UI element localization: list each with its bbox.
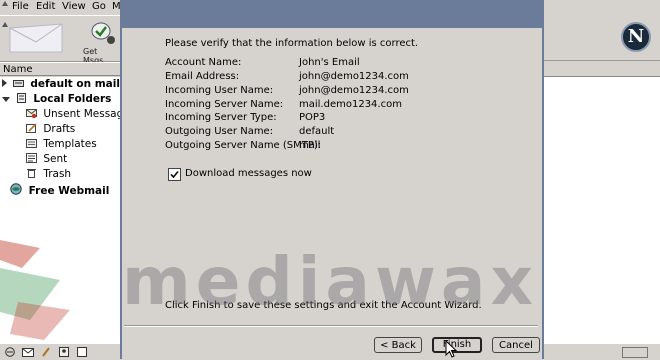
dialog-separator	[124, 325, 538, 327]
incoming-server-type-label: Incoming Server Type:	[165, 112, 277, 123]
composer-icon[interactable]	[40, 347, 52, 357]
email-address-label: Email Address:	[165, 71, 240, 82]
download-messages-checkbox[interactable]	[168, 168, 181, 181]
outgoing-user-value: default	[299, 126, 335, 137]
menu-file[interactable]: File	[12, 1, 29, 12]
drafts-icon	[26, 123, 37, 133]
finish-button[interactable]: Finish	[432, 337, 482, 353]
folder-unsent-messages[interactable]: Unsent Messages	[26, 107, 135, 122]
folder-label: Sent	[43, 153, 68, 165]
finish-instructions: Click Finish to save these settings and …	[165, 300, 482, 311]
folder-local-folders[interactable]: Local Folders	[2, 92, 111, 107]
trash-icon	[27, 169, 36, 178]
expanded-twisty-icon[interactable]	[2, 97, 10, 102]
folder-drafts[interactable]: Drafts	[26, 122, 75, 137]
cancel-button[interactable]: Cancel	[492, 337, 540, 353]
offline-toggle-icon[interactable]	[622, 347, 648, 358]
mail-icon[interactable]	[22, 347, 34, 357]
folder-label: Templates	[43, 138, 97, 150]
right-toolbar: N	[544, 0, 660, 61]
dialog-titlebar[interactable]	[122, 0, 542, 28]
navigator-icon[interactable]	[4, 347, 16, 357]
address-book-icon[interactable]	[58, 347, 70, 357]
webmail-icon	[10, 183, 22, 195]
folder-column-header[interactable]: Name	[0, 62, 120, 76]
mail-envelope-icon	[9, 23, 63, 53]
incoming-user-label: Incoming User Name:	[165, 85, 274, 96]
local-folders-icon	[16, 93, 26, 103]
folder-label: Drafts	[43, 123, 76, 135]
folder-trash[interactable]: Trash	[26, 167, 71, 182]
folder-default-on-mail[interactable]: default on mail	[2, 77, 120, 92]
incoming-server-type-value: POP3	[299, 112, 326, 123]
outgoing-user-label: Outgoing User Name:	[165, 126, 274, 137]
collapsed-twisty-icon[interactable]	[2, 79, 7, 87]
menu-go[interactable]: Go	[92, 1, 106, 12]
sent-icon	[26, 153, 37, 163]
checkmark-icon	[170, 170, 179, 179]
incoming-server-value: mail.demo1234.com	[299, 99, 402, 110]
server-icon	[12, 80, 24, 87]
outgoing-server-value: mail	[299, 140, 321, 151]
thread-pane	[544, 62, 660, 343]
account-wizard-dialog: Please verify that the information below…	[120, 0, 544, 359]
download-messages-label[interactable]: Download messages now	[185, 168, 312, 179]
thread-pane-header	[544, 62, 660, 77]
incoming-user-value: john@demo1234.com	[299, 85, 409, 96]
incoming-server-label: Incoming Server Name:	[165, 99, 284, 110]
grip-icon[interactable]	[2, 1, 8, 6]
folder-templates[interactable]: Templates	[26, 137, 97, 152]
folder-sent[interactable]: Sent	[26, 152, 67, 167]
unsent-icon	[26, 109, 37, 118]
aim-icon[interactable]	[76, 347, 88, 357]
back-button[interactable]: < Back	[374, 337, 422, 353]
email-address-value: john@demo1234.com	[299, 71, 409, 82]
pointer-cursor-icon	[445, 340, 457, 358]
netscape-logo-icon[interactable]: N	[621, 22, 651, 52]
templates-icon	[26, 139, 37, 148]
folder-pane: default on mail Local Folders Unsent Mes…	[0, 77, 135, 343]
verify-intro-text: Please verify that the information below…	[165, 38, 419, 49]
outgoing-server-label: Outgoing Server Name (SMTP):	[165, 140, 322, 151]
menu-view[interactable]: View	[62, 1, 86, 12]
folder-free-webmail[interactable]: Free Webmail	[10, 183, 109, 198]
folder-label: Trash	[43, 168, 72, 180]
get-messages-icon	[91, 22, 115, 44]
account-name-value: John's Email	[299, 57, 360, 68]
menu-bar: File Edit View Go M	[0, 0, 121, 15]
folder-label: Local Folders	[33, 93, 112, 105]
account-name-label: Account Name:	[165, 57, 242, 68]
toolbar: Get Msgs	[0, 15, 120, 65]
menu-edit[interactable]: Edit	[36, 1, 55, 12]
folder-label: default on mail	[30, 78, 120, 90]
folder-label: Free Webmail	[28, 185, 110, 197]
